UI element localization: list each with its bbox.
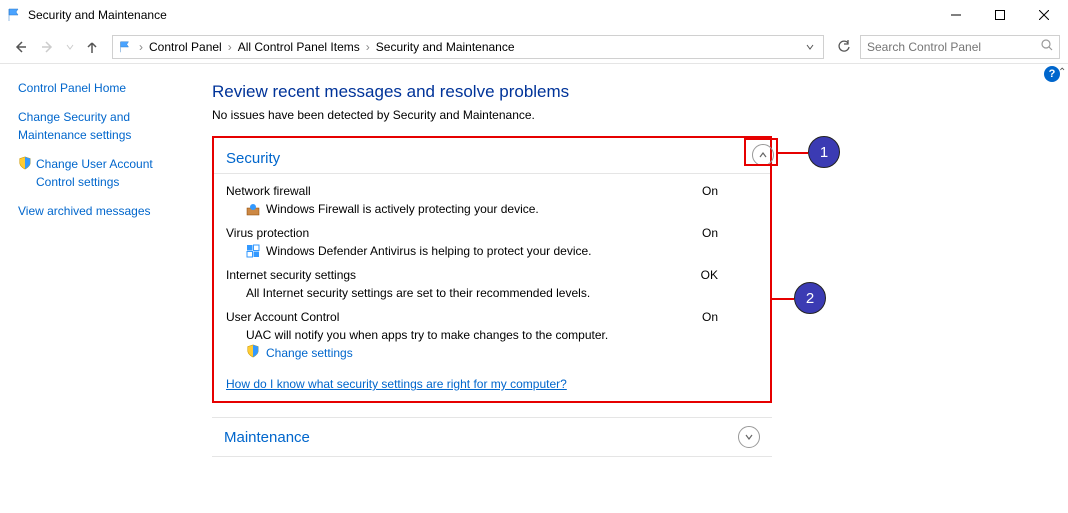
- item-status: OK: [701, 268, 718, 282]
- item-label: Internet security settings: [226, 268, 356, 282]
- window-title: Security and Maintenance: [28, 8, 934, 22]
- shield-icon: [246, 344, 260, 361]
- change-uac-settings-link[interactable]: Change User Account Control settings: [36, 156, 190, 191]
- change-settings-link[interactable]: Change settings: [266, 346, 353, 360]
- main-content: Review recent messages and resolve probl…: [200, 64, 1068, 513]
- flag-icon: [6, 7, 22, 23]
- item-desc: All Internet security settings are set t…: [246, 286, 590, 300]
- maximize-button[interactable]: [978, 1, 1022, 29]
- breadcrumb-dropdown[interactable]: [801, 40, 819, 54]
- item-label: Network firewall: [226, 184, 311, 198]
- shield-icon: [18, 156, 32, 175]
- minimize-button[interactable]: [934, 1, 978, 29]
- item-status: On: [702, 310, 718, 324]
- annotation-badge-2: 2: [794, 282, 826, 314]
- page-heading: Review recent messages and resolve probl…: [212, 82, 1046, 102]
- breadcrumb-item[interactable]: Security and Maintenance: [374, 40, 517, 54]
- annotation-line: [772, 298, 794, 300]
- search-input[interactable]: [867, 40, 1041, 54]
- search-box[interactable]: [860, 35, 1060, 59]
- item-status: On: [702, 184, 718, 198]
- recent-dropdown[interactable]: [64, 35, 76, 59]
- breadcrumb[interactable]: › Control Panel › All Control Panel Item…: [112, 35, 824, 59]
- expand-maintenance-button[interactable]: [738, 426, 760, 448]
- security-help-link[interactable]: How do I know what security settings are…: [226, 377, 567, 391]
- nav-bar: › Control Panel › All Control Panel Item…: [0, 30, 1068, 64]
- firewall-icon: [246, 202, 260, 216]
- annotation-line: [778, 152, 808, 154]
- breadcrumb-item[interactable]: Control Panel: [147, 40, 224, 54]
- breadcrumb-sep: ›: [137, 40, 145, 54]
- security-section-title[interactable]: Security: [214, 146, 770, 174]
- flag-icon: [117, 39, 133, 55]
- item-desc: Windows Defender Antivirus is helping to…: [266, 244, 592, 258]
- breadcrumb-sep: ›: [364, 40, 372, 54]
- defender-icon: [246, 244, 260, 258]
- close-button[interactable]: [1022, 1, 1066, 29]
- annotation-box-1: [744, 138, 778, 166]
- search-icon: [1041, 39, 1053, 54]
- back-button[interactable]: [8, 35, 32, 59]
- up-button[interactable]: [80, 35, 104, 59]
- security-section: Security Network firewall On Windows Fir…: [212, 136, 772, 403]
- forward-button[interactable]: [36, 35, 60, 59]
- item-desc: Windows Firewall is actively protecting …: [266, 202, 539, 216]
- breadcrumb-item[interactable]: All Control Panel Items: [236, 40, 362, 54]
- annotation-badge-1: 1: [808, 136, 840, 168]
- view-archived-messages-link[interactable]: View archived messages: [18, 204, 151, 218]
- item-desc: UAC will notify you when apps try to mak…: [246, 328, 608, 342]
- maintenance-section[interactable]: Maintenance: [212, 417, 772, 457]
- refresh-button[interactable]: [832, 35, 856, 59]
- maintenance-section-title: Maintenance: [224, 429, 310, 446]
- item-label: User Account Control: [226, 310, 339, 324]
- side-panel: Control Panel Home Change Security and M…: [0, 64, 200, 513]
- title-bar: Security and Maintenance: [0, 0, 1068, 30]
- item-label: Virus protection: [226, 226, 309, 240]
- breadcrumb-sep: ›: [226, 40, 234, 54]
- page-subtext: No issues have been detected by Security…: [212, 108, 1046, 122]
- control-panel-home-link[interactable]: Control Panel Home: [18, 81, 126, 95]
- change-security-settings-link[interactable]: Change Security and Maintenance settings: [18, 110, 131, 141]
- item-status: On: [702, 226, 718, 240]
